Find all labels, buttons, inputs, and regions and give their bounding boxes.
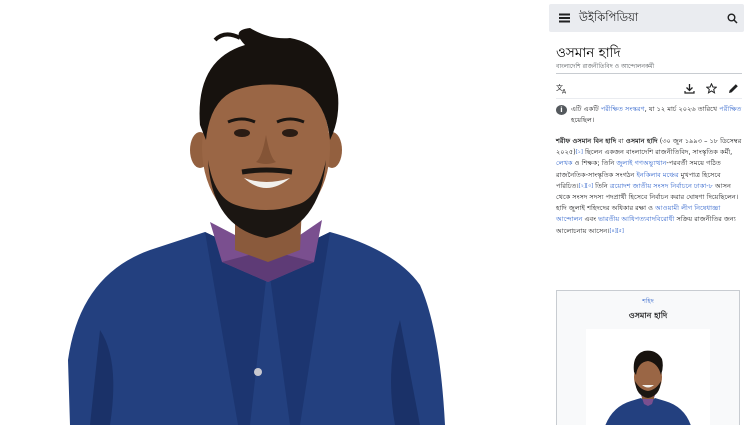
hamburger-menu-icon[interactable]: [553, 4, 575, 32]
infobox-photo[interactable]: [586, 329, 710, 425]
lead-text: এবং: [582, 215, 599, 224]
notice-date: ১২ মার্চ ২০২৬: [656, 105, 696, 113]
reviewed-link[interactable]: পরীক্ষিত: [719, 105, 741, 113]
info-icon: i: [556, 105, 567, 115]
infobox-portrait-illustration: [605, 350, 691, 425]
portrait-illustration: [68, 28, 445, 425]
election-link[interactable]: ত্রয়োদশ জাতীয় সংসদ নির্বাচনে ঢাকা-৮: [610, 182, 713, 190]
subject-full-name: শরীফ ওসমান বিন হাদি: [556, 137, 617, 145]
download-icon[interactable]: [678, 79, 700, 97]
svg-text:A: A: [562, 88, 567, 94]
writer-link[interactable]: লেখক: [556, 159, 573, 167]
lead-text: ছিলেন একজন বাংলাদেশি রাজনীতিবিদ, সাংস্কৃ…: [582, 148, 733, 157]
reviewed-version-link[interactable]: পরীক্ষিত সংস্করণ: [601, 105, 645, 113]
notice-text-part: হয়েছিল।: [571, 116, 595, 124]
tools-divider: [556, 98, 742, 99]
notice-text: এটি একটি পরীক্ষিত সংস্করণ, যা ১২ মার্চ ২…: [571, 104, 742, 126]
infobox-above-label[interactable]: শহিদ: [557, 296, 739, 307]
infobox-name: ওসমান হাদি: [628, 311, 668, 320]
portrait-photo: [0, 0, 545, 425]
lead-paragraph: শরীফ ওসমান বিন হাদি বা ওসমান হাদি (৩০ জু…: [556, 136, 742, 237]
notice-text-part: তারিখে: [695, 105, 720, 113]
subject-alias: ওসমান হাদি: [625, 137, 658, 145]
search-icon[interactable]: [720, 4, 744, 32]
inqilab-mancha-link[interactable]: ইনকিলাব মঞ্চের: [636, 171, 678, 179]
reviewed-version-notice: i এটি একটি পরীক্ষিত সংস্করণ, যা ১২ মার্চ…: [556, 104, 742, 126]
notice-text-part: , যা: [644, 105, 657, 113]
anti-hegemony-link[interactable]: ভারতীয় আধিপত্যবাদবিরোধী: [598, 215, 674, 223]
july-uprising-link[interactable]: জুলাই গণঅভ্যুত্থান: [616, 159, 666, 167]
reference-link[interactable]: [১]: [576, 149, 583, 155]
pencil-icon[interactable]: [722, 79, 744, 97]
title-divider: [556, 73, 742, 74]
lead-text: তিনি: [593, 181, 610, 190]
page-subtitle: বাংলাদেশি রাজনীতিবিদ ও আন্দোলনকর্মী: [556, 63, 655, 70]
notice-text-part: এটি একটি: [571, 105, 601, 113]
site-name[interactable]: উইকিপিডিয়া: [579, 9, 720, 28]
lead-text: বা: [616, 137, 626, 145]
page-tools: 文 A: [556, 79, 744, 97]
star-icon[interactable]: [700, 79, 722, 97]
reference-link[interactable]: [২][৩]: [579, 183, 593, 189]
translate-icon[interactable]: 文 A: [556, 79, 578, 97]
reference-link[interactable]: [৪][৫]: [610, 228, 624, 234]
site-header: উইকিপিডিয়া: [549, 4, 744, 32]
wikipedia-mobile-pane: উইকিপিডিয়া ওসমান হাদি বাংলাদেশি রাজনীতি…: [545, 0, 747, 425]
infobox: শহিদ ওসমান হাদি: [556, 290, 740, 425]
lead-text: ও শিক্ষক; তিনি: [572, 159, 617, 168]
